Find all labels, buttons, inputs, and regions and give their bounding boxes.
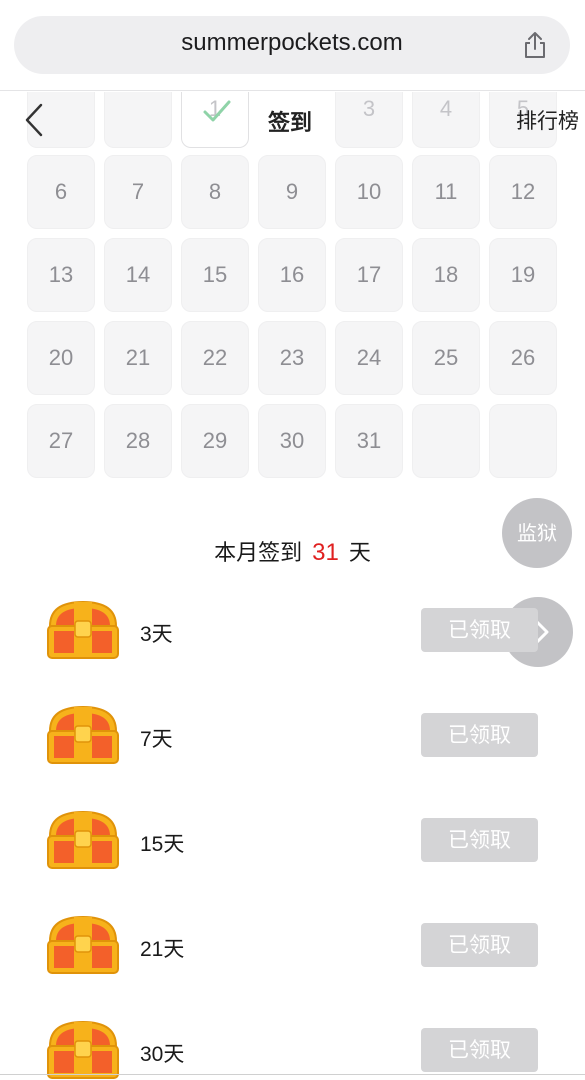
day-number: 28 bbox=[125, 428, 151, 453]
reward-row: 3天 已领取 bbox=[0, 596, 585, 701]
calendar-cell-empty bbox=[489, 404, 557, 478]
reward-days-label: 21天 bbox=[140, 938, 185, 961]
day-number: 10 bbox=[356, 179, 382, 204]
toolbar-divider bbox=[0, 90, 585, 91]
day-number: 24 bbox=[356, 345, 382, 370]
address-bar[interactable]: summerpockets.com bbox=[14, 16, 570, 74]
calendar-cell: 31 bbox=[335, 404, 403, 478]
day-number: 7 bbox=[131, 179, 145, 204]
calendar-cell: 20 bbox=[27, 321, 95, 395]
calendar-cell: 9 bbox=[258, 155, 326, 229]
calendar-cell: 12 bbox=[489, 155, 557, 229]
page-title: 签到 bbox=[268, 111, 313, 136]
day-number: 31 bbox=[356, 428, 382, 453]
reward-row: 30天 已领取 bbox=[0, 1016, 585, 1080]
calendar-cell-checked: 1 bbox=[181, 92, 249, 148]
calendar-cell: 27 bbox=[27, 404, 95, 478]
back-arrow-icon[interactable] bbox=[24, 103, 44, 137]
day-number: 23 bbox=[279, 345, 305, 370]
calendar-cell: 23 bbox=[258, 321, 326, 395]
calendar-cell: 11 bbox=[412, 155, 480, 229]
reward-row: 21天 已领取 bbox=[0, 911, 585, 1016]
claimed-button[interactable]: 已领取 bbox=[421, 713, 538, 757]
day-number: 15 bbox=[202, 262, 228, 287]
url-text: summerpockets.com bbox=[181, 29, 403, 56]
calendar-cell: 18 bbox=[412, 238, 480, 312]
day-number: 17 bbox=[356, 262, 382, 287]
share-icon[interactable] bbox=[520, 30, 550, 60]
day-number: 12 bbox=[510, 179, 536, 204]
reward-days-label: 30天 bbox=[140, 1043, 185, 1066]
calendar-cell: 10 bbox=[335, 155, 403, 229]
reward-days-label: 7天 bbox=[140, 728, 173, 751]
calendar-cell: 29 bbox=[181, 404, 249, 478]
calendar-cell: 30 bbox=[258, 404, 326, 478]
calendar-cell: 7 bbox=[104, 155, 172, 229]
day-number: 22 bbox=[202, 345, 228, 370]
reward-days-label: 3天 bbox=[140, 623, 173, 646]
summary-suffix: 天 bbox=[348, 541, 371, 566]
day-number: 3 bbox=[362, 96, 376, 121]
day-number: 25 bbox=[433, 345, 459, 370]
summary-prefix: 本月签到 bbox=[214, 541, 303, 566]
day-number: 13 bbox=[48, 262, 74, 287]
monthly-checkin-summary: 本月签到 31 天 bbox=[0, 535, 585, 567]
day-number: 6 bbox=[54, 179, 68, 204]
calendar-cell: 26 bbox=[489, 321, 557, 395]
calendar-cell: 3 bbox=[335, 92, 403, 148]
treasure-chest-icon bbox=[47, 1020, 119, 1079]
reward-row: 7天 已领取 bbox=[0, 701, 585, 806]
day-number: 29 bbox=[202, 428, 228, 453]
calendar-cell: 13 bbox=[27, 238, 95, 312]
claimed-button[interactable]: 已领取 bbox=[421, 923, 538, 967]
day-number: 9 bbox=[285, 179, 299, 204]
claimed-button[interactable]: 已领取 bbox=[421, 608, 538, 652]
checkmark-icon bbox=[203, 100, 231, 122]
treasure-chest-icon bbox=[47, 705, 119, 764]
day-number: 26 bbox=[510, 345, 536, 370]
calendar-cell: 28 bbox=[104, 404, 172, 478]
calendar-cell: 16 bbox=[258, 238, 326, 312]
treasure-chest-icon bbox=[47, 810, 119, 869]
day-number: 16 bbox=[279, 262, 305, 287]
calendar-cell: 17 bbox=[335, 238, 403, 312]
calendar-cell: 6 bbox=[27, 155, 95, 229]
day-number: 30 bbox=[279, 428, 305, 453]
reward-days-label: 15天 bbox=[140, 833, 185, 856]
calendar-cell: 14 bbox=[104, 238, 172, 312]
bottom-divider bbox=[0, 1074, 585, 1075]
day-number: 18 bbox=[433, 262, 459, 287]
calendar-cell: 4 bbox=[412, 92, 480, 148]
day-number: 21 bbox=[125, 345, 151, 370]
calendar-cell: 19 bbox=[489, 238, 557, 312]
claimed-button[interactable]: 已领取 bbox=[421, 1028, 538, 1072]
day-number: 20 bbox=[48, 345, 74, 370]
calendar-cell: 15 bbox=[181, 238, 249, 312]
checkin-day-count: 31 bbox=[312, 539, 339, 566]
treasure-chest-icon bbox=[47, 915, 119, 974]
day-number: 4 bbox=[439, 96, 453, 121]
day-number: 14 bbox=[125, 262, 151, 287]
jail-floating-button[interactable]: 监狱 bbox=[502, 498, 572, 568]
calendar-cell: 21 bbox=[104, 321, 172, 395]
day-number: 19 bbox=[510, 262, 536, 287]
claimed-button[interactable]: 已领取 bbox=[421, 818, 538, 862]
day-number: 8 bbox=[208, 179, 222, 204]
day-number: 11 bbox=[434, 179, 458, 204]
calendar-cell: 25 bbox=[412, 321, 480, 395]
calendar-cell-empty bbox=[412, 404, 480, 478]
calendar-cell: 2 bbox=[104, 92, 172, 148]
calendar-cell: 24 bbox=[335, 321, 403, 395]
calendar-cell: 8 bbox=[181, 155, 249, 229]
reward-row: 15天 已领取 bbox=[0, 806, 585, 911]
day-number: 27 bbox=[48, 428, 74, 453]
calendar-cell: 22 bbox=[181, 321, 249, 395]
treasure-chest-icon bbox=[47, 600, 119, 659]
ranking-link[interactable]: 排行榜 bbox=[516, 105, 579, 135]
